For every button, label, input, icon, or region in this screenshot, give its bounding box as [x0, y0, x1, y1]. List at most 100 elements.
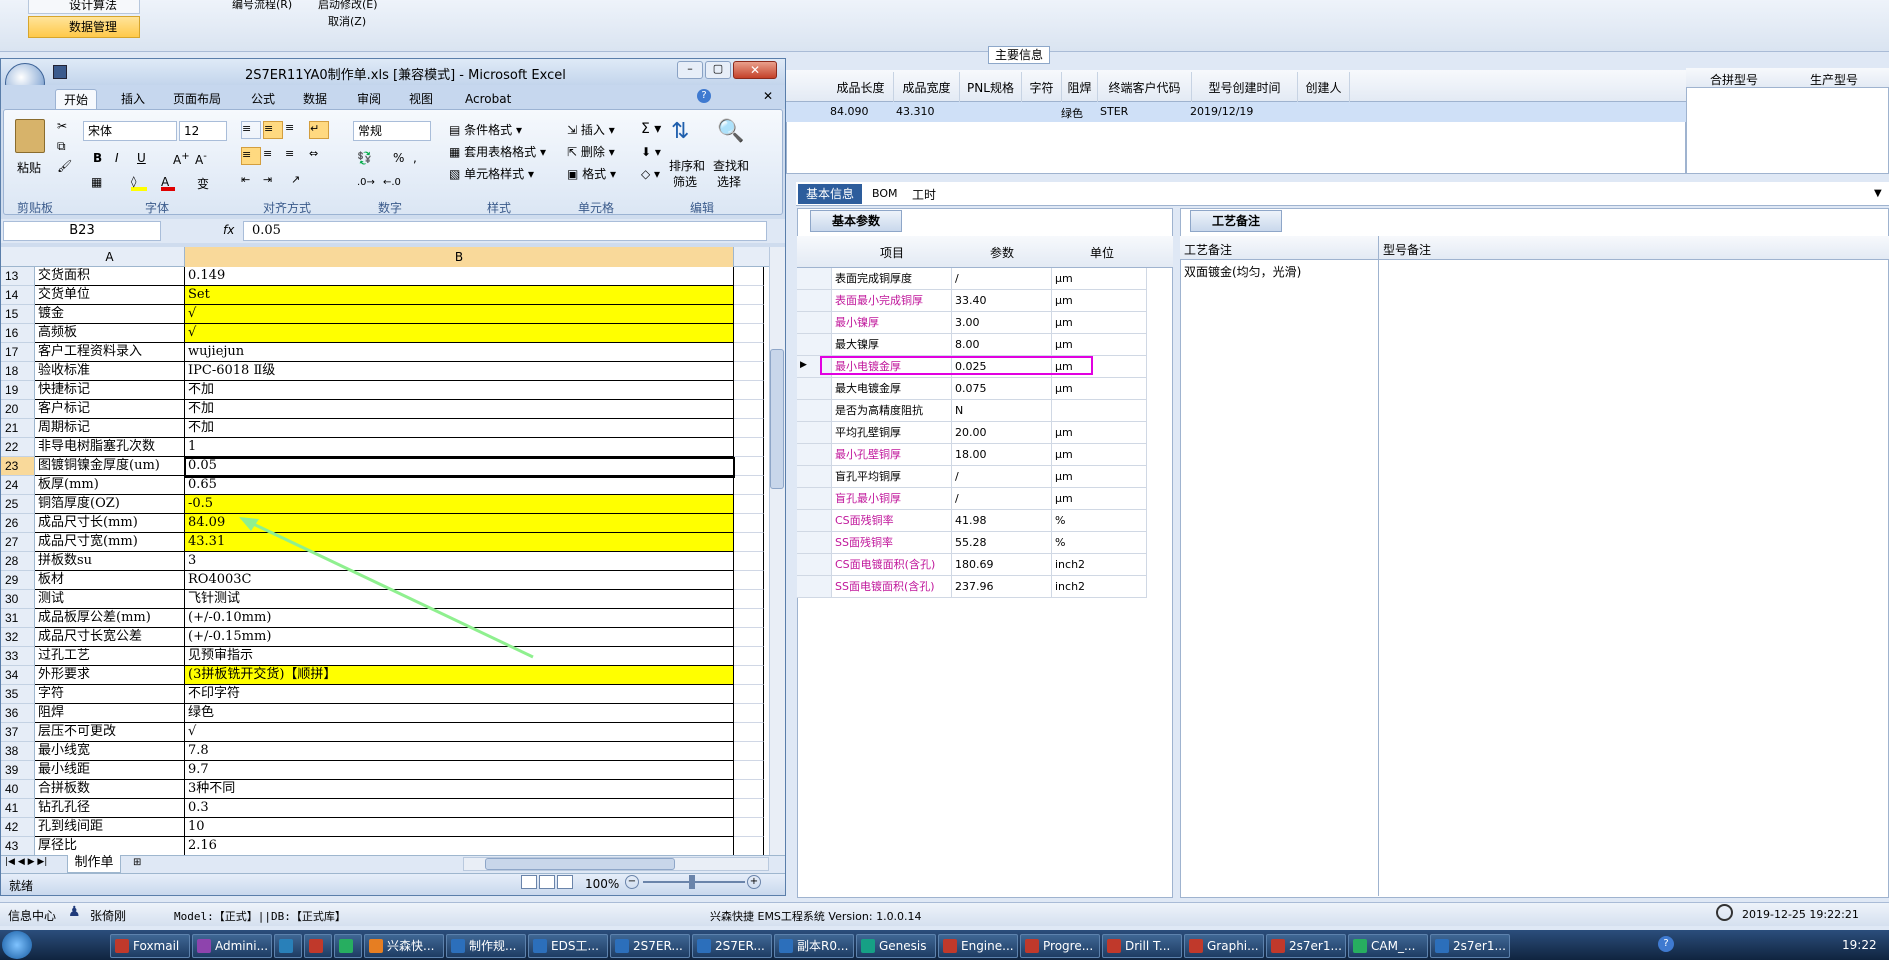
copy-icon[interactable]: ⧉: [57, 139, 66, 154]
comma-icon[interactable]: ,: [413, 151, 417, 165]
taskbar-item[interactable]: 2s7er1...: [1430, 934, 1510, 958]
param-value[interactable]: 20.00: [952, 422, 1052, 444]
help-icon[interactable]: ?: [697, 89, 711, 103]
taskbar-item[interactable]: [334, 934, 362, 958]
font-size-select[interactable]: 12: [179, 121, 227, 141]
param-value[interactable]: 180.69: [952, 554, 1052, 576]
paste-icon[interactable]: [15, 119, 45, 153]
toolbar-numbering[interactable]: 编号流程(R): [232, 0, 292, 12]
param-value[interactable]: /: [952, 488, 1052, 510]
param-value[interactable]: 3.00: [952, 312, 1052, 334]
merge-icon[interactable]: ⇔: [309, 147, 333, 165]
tab-ribbon-6[interactable]: 视图: [401, 89, 441, 109]
taskbar-item[interactable]: Foxmail: [110, 934, 190, 958]
vertical-scrollbar[interactable]: [769, 247, 785, 855]
sort-filter-label-2[interactable]: 筛选: [673, 173, 697, 190]
tab-ribbon-1[interactable]: 插入: [113, 89, 153, 109]
tab-ribbon-3[interactable]: 公式: [243, 89, 283, 109]
align-middle-icon[interactable]: ≡: [263, 121, 283, 139]
zoom-slider-handle[interactable]: [689, 875, 695, 889]
wrap-text-icon[interactable]: ↵: [309, 121, 329, 139]
param-row[interactable]: 是否为高精度阻抗 N: [797, 400, 1172, 422]
taskbar-item[interactable]: Engine...: [938, 934, 1018, 958]
sub-tab-basic-params[interactable]: 基本参数: [810, 210, 902, 232]
cond-format-button[interactable]: ▤ 条件格式 ▾: [449, 121, 522, 138]
view-normal-icon[interactable]: [521, 875, 537, 889]
format-button[interactable]: ▣ 格式 ▾: [567, 165, 616, 182]
indent-inc-icon[interactable]: ⇥: [263, 173, 283, 191]
param-row[interactable]: 盲孔平均铜厚 / μm: [797, 466, 1172, 488]
taskbar-item[interactable]: Admini...: [192, 934, 272, 958]
taskbar-item[interactable]: 制作规...: [446, 934, 526, 958]
grow-font-button[interactable]: A+: [173, 151, 190, 167]
font-color-icon[interactable]: A: [161, 175, 175, 191]
taskbar-item[interactable]: 兴森快...: [364, 934, 444, 958]
zoom-level[interactable]: 100%: [585, 877, 619, 891]
new-sheet-icon[interactable]: ⊞: [133, 857, 141, 868]
fill-color-icon[interactable]: ◊: [131, 175, 147, 191]
align-left-icon[interactable]: ≡: [241, 147, 261, 165]
percent-icon[interactable]: %: [393, 151, 404, 165]
name-box[interactable]: B23: [3, 221, 161, 241]
taskbar-item[interactable]: EDS工...: [528, 934, 608, 958]
bold-button[interactable]: B: [93, 151, 102, 165]
view-break-icon[interactable]: [557, 875, 573, 889]
toolbar-cancel[interactable]: 取消(Z): [328, 13, 366, 29]
align-top-icon[interactable]: ≡: [241, 121, 261, 139]
zoom-out-icon[interactable]: −: [625, 875, 639, 889]
tab-ribbon-4[interactable]: 数据: [295, 89, 335, 109]
decimal-dec-icon[interactable]: ←.0: [383, 177, 401, 188]
param-row[interactable]: SS面电镀面积(含孔) 237.96 inch2: [797, 576, 1172, 598]
close-button[interactable]: ✕: [733, 61, 777, 79]
maximize-button[interactable]: ▢: [705, 61, 731, 79]
param-value[interactable]: /: [952, 466, 1052, 488]
param-row[interactable]: 最大电镀金厚 0.075 μm: [797, 378, 1172, 400]
tab-ribbon-7[interactable]: Acrobat: [457, 89, 519, 109]
sidebar-item-data[interactable]: 数据管理: [28, 16, 140, 38]
taskbar-item[interactable]: Progre...: [1020, 934, 1100, 958]
param-row[interactable]: 最大镍厚 8.00 μm: [797, 334, 1172, 356]
param-row[interactable]: 平均孔壁铜厚 20.00 μm: [797, 422, 1172, 444]
param-row[interactable]: 盲孔最小铜厚 / μm: [797, 488, 1172, 510]
param-row[interactable]: 表面最小完成铜厚 33.40 μm: [797, 290, 1172, 312]
taskbar-item[interactable]: Graphi...: [1184, 934, 1264, 958]
param-value[interactable]: 55.28: [952, 532, 1052, 554]
decimal-inc-icon[interactable]: .0→: [357, 177, 375, 188]
taskbar-item[interactable]: [304, 934, 332, 958]
tab-ribbon-2[interactable]: 页面布局: [165, 89, 229, 109]
param-value[interactable]: 237.96: [952, 576, 1052, 598]
ribbon-close-icon[interactable]: ✕: [763, 89, 773, 103]
phonetic-icon[interactable]: 变: [197, 175, 209, 192]
tab-ribbon-0[interactable]: 开始: [55, 89, 98, 109]
insert-button[interactable]: ⇲ 插入 ▾: [567, 121, 615, 138]
param-value[interactable]: 0.075: [952, 378, 1052, 400]
paste-button[interactable]: 粘贴: [17, 159, 41, 176]
taskbar-item[interactable]: 副本R0...: [774, 934, 854, 958]
taskbar-item[interactable]: 2S7ER...: [692, 934, 772, 958]
minimize-button[interactable]: –: [677, 61, 703, 79]
align-bottom-icon[interactable]: ≡: [285, 121, 305, 139]
taskbar-item[interactable]: 2s7er1...: [1266, 934, 1346, 958]
save-icon[interactable]: [53, 65, 67, 79]
scrollbar-thumb[interactable]: [770, 349, 784, 489]
sidebar-item-design[interactable]: 设计算法: [28, 0, 140, 14]
number-format-select[interactable]: 常规: [353, 121, 431, 141]
sheet-nav-icon[interactable]: |◀ ◀ ▶ ▶|: [5, 857, 47, 867]
param-row[interactable]: 最小孔壁铜厚 18.00 μm: [797, 444, 1172, 466]
param-row[interactable]: 最小镍厚 3.00 μm: [797, 312, 1172, 334]
param-row[interactable]: SS面残铜率 55.28%: [797, 532, 1172, 554]
sheet-tab-active[interactable]: 制作单: [67, 855, 121, 873]
find-label-2[interactable]: 选择: [717, 173, 741, 190]
align-right-icon[interactable]: ≡: [285, 147, 305, 165]
tab-bom[interactable]: BOM: [872, 187, 898, 200]
view-layout-icon[interactable]: [539, 875, 555, 889]
taskbar-item[interactable]: CAM_...: [1348, 934, 1428, 958]
zoom-in-icon[interactable]: +: [747, 875, 761, 889]
cut-icon[interactable]: ✂: [57, 119, 67, 133]
tab-hours[interactable]: 工时: [912, 186, 936, 203]
toolbar-start-modify[interactable]: 启动修改(E): [318, 0, 378, 12]
currency-icon[interactable]: 💱: [357, 151, 372, 165]
find-icon[interactable]: 🔍: [717, 119, 745, 153]
find-label-1[interactable]: 查找和: [713, 157, 749, 174]
indent-dec-icon[interactable]: ⇤: [241, 173, 261, 191]
